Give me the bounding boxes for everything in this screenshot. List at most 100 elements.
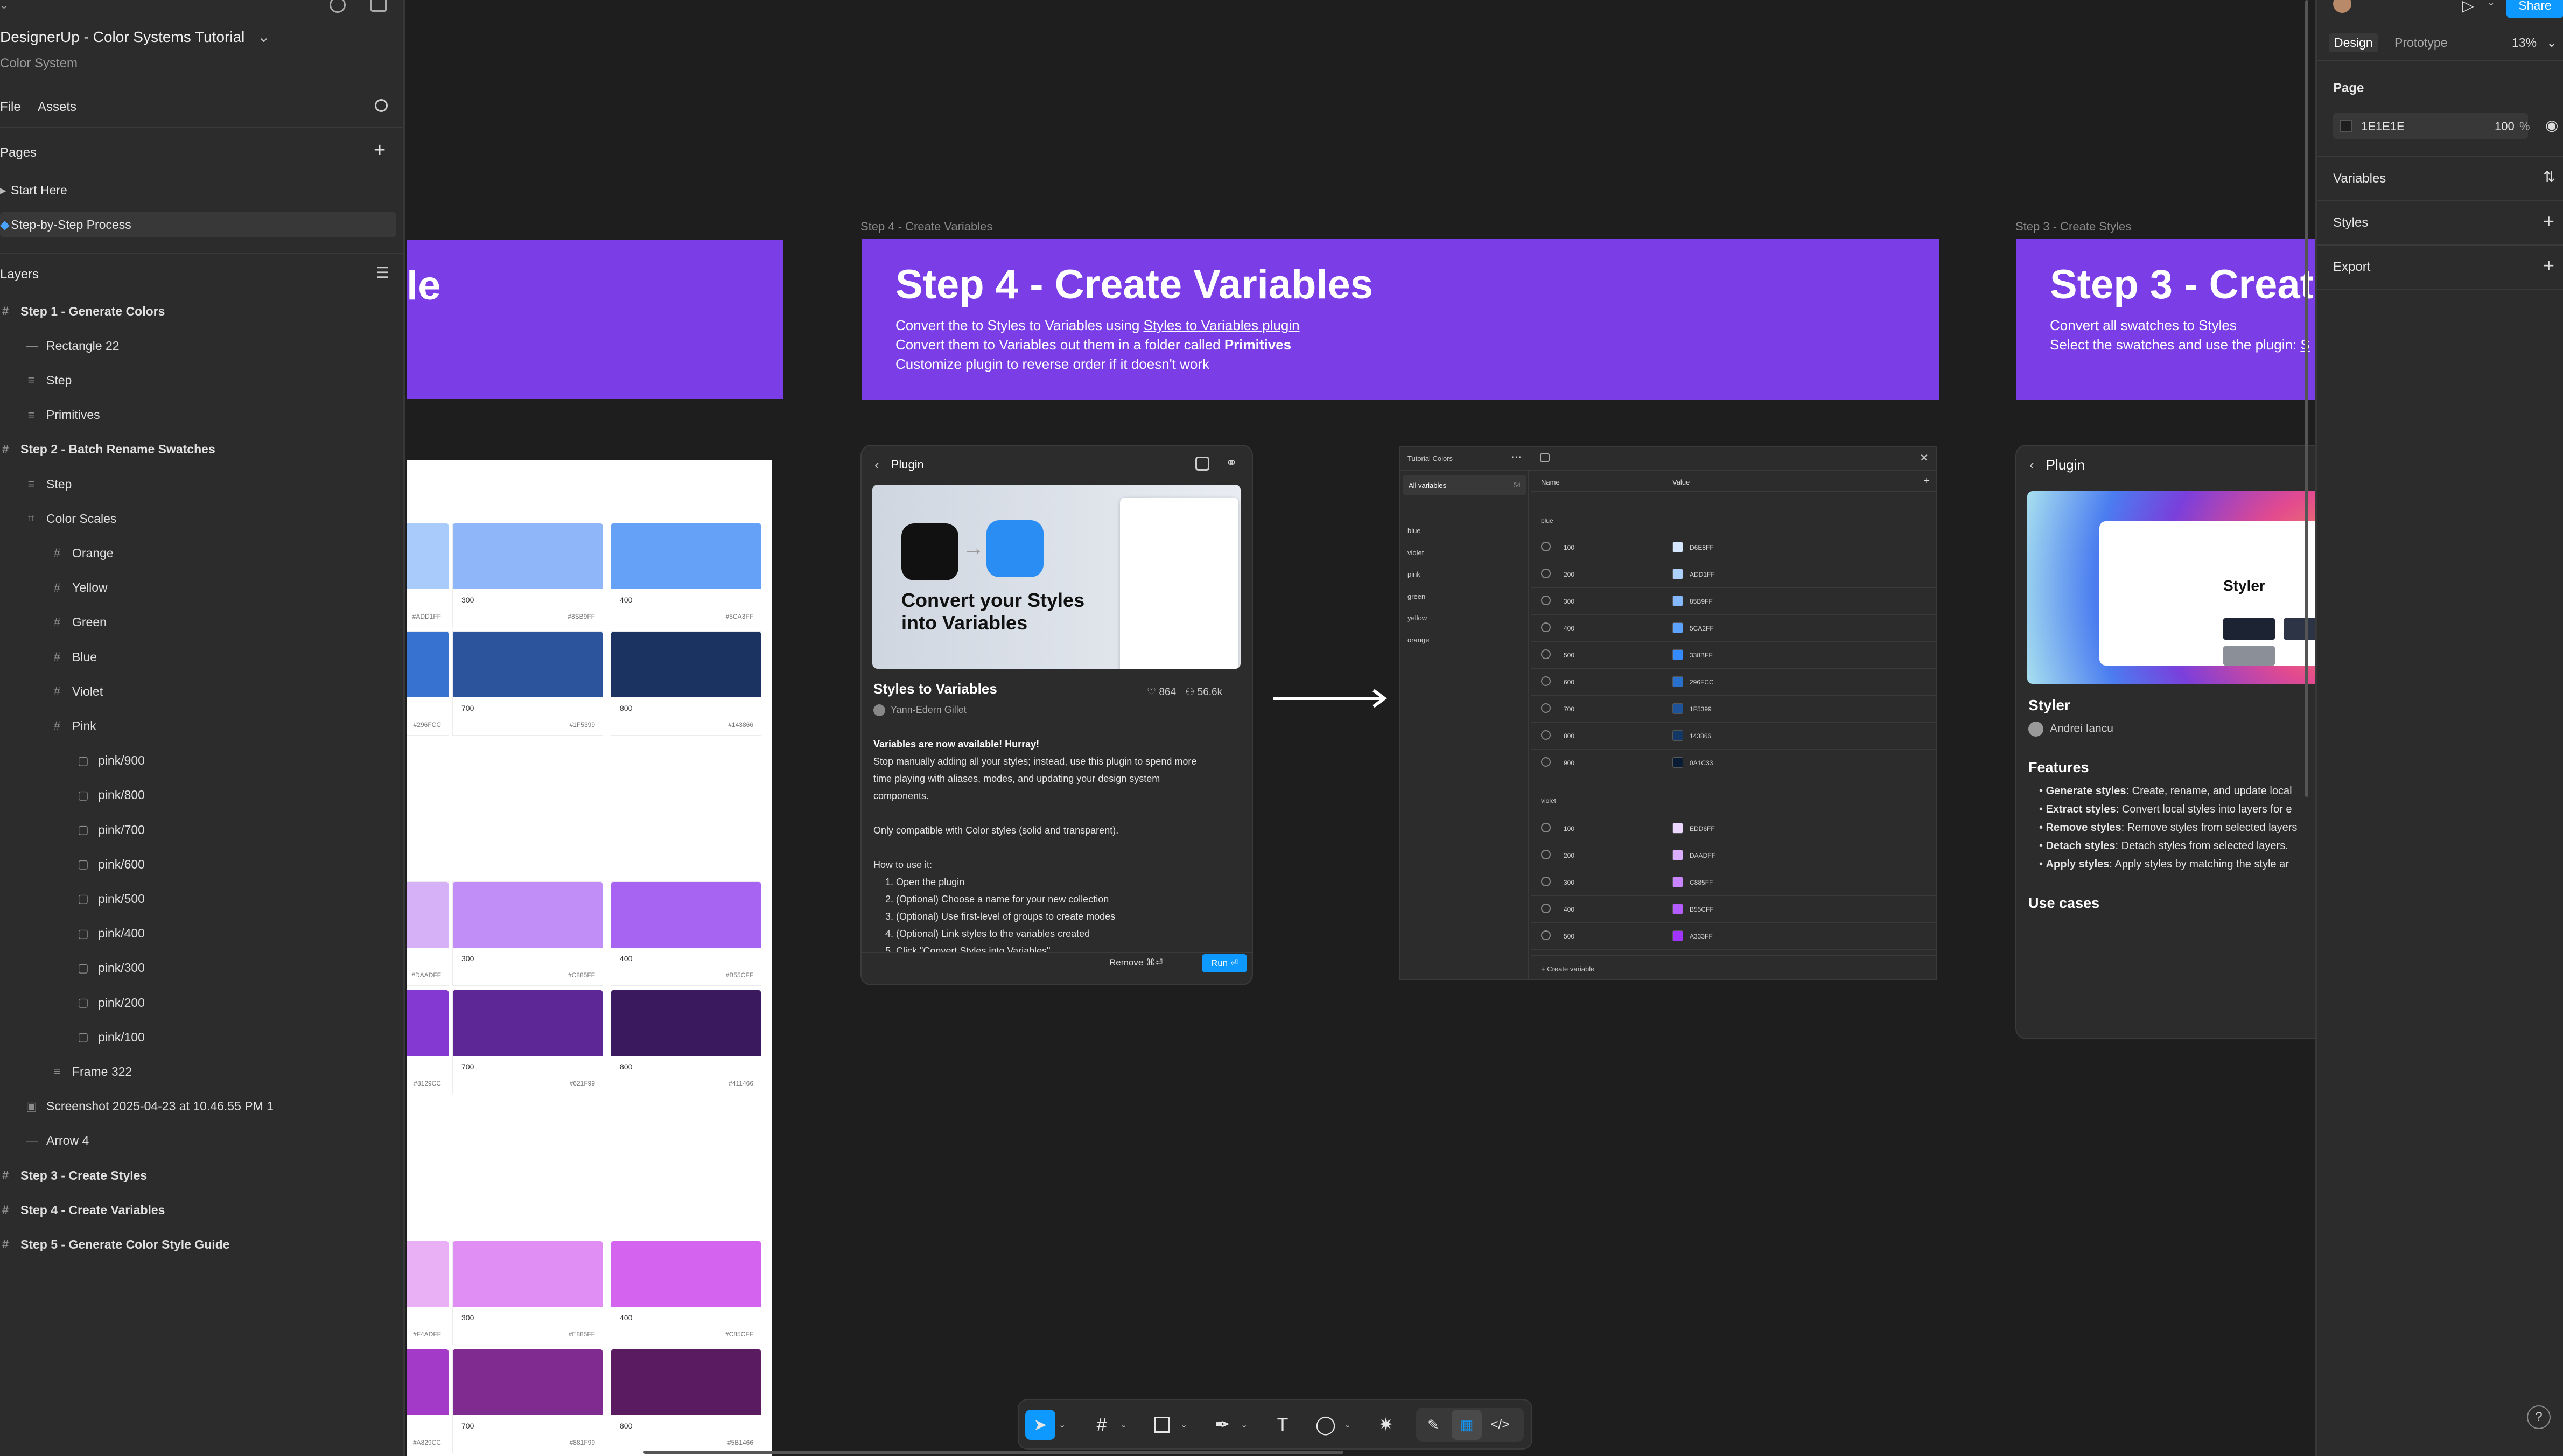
export-section[interactable]: Export — [2333, 260, 2370, 275]
vertical-scrollbar[interactable] — [2305, 0, 2308, 797]
run-button[interactable]: Run ⏎ — [1202, 954, 1247, 972]
variable-color-chip[interactable] — [1672, 930, 1683, 941]
variable-row[interactable]: 400 5CA2FF — [1531, 615, 1936, 642]
tab-assets[interactable]: Assets — [38, 100, 76, 115]
color-swatch[interactable]: 300 #E885FF — [453, 1241, 603, 1345]
layer-item[interactable]: ≡ Step — [0, 468, 403, 500]
close-icon[interactable]: ✕ — [1920, 451, 1929, 465]
add-export-icon[interactable]: + — [2543, 254, 2554, 277]
eye-icon[interactable]: ◉ — [2545, 116, 2558, 134]
variable-name[interactable]: 300 — [1564, 879, 1574, 886]
page-background-field[interactable]: 1E1E1E 100 % — [2333, 113, 2530, 139]
remove-button[interactable]: Remove ⌘⏎ — [1109, 957, 1163, 968]
variable-color-chip[interactable] — [1672, 542, 1683, 552]
variable-row[interactable]: 800 143866 — [1531, 723, 1936, 750]
variable-name[interactable]: 800 — [1564, 732, 1574, 740]
variable-color-chip[interactable] — [1672, 596, 1683, 606]
layer-item[interactable]: ▢ pink/900 — [0, 745, 403, 777]
variable-name[interactable]: 700 — [1564, 705, 1574, 713]
variable-value[interactable]: DAADFF — [1690, 852, 1715, 859]
layer-item[interactable]: ⌗ Color Scales — [0, 502, 403, 535]
variable-name[interactable]: 400 — [1564, 625, 1574, 632]
layers-options-icon[interactable]: ☰ — [376, 264, 389, 282]
variable-name[interactable]: 900 — [1564, 759, 1574, 767]
tab-prototype[interactable]: Prototype — [2394, 36, 2447, 50]
color-swatch[interactable]: 300 #C885FF — [453, 882, 603, 985]
chevron-down-icon[interactable]: ⌄ — [1059, 1419, 1066, 1430]
link-icon[interactable]: ⚭ — [1226, 454, 1237, 471]
layer-item[interactable]: # Pink — [0, 710, 403, 742]
color-swatch[interactable]: 400 #C85CFF — [611, 1241, 761, 1345]
layer-item[interactable]: ▢ pink/700 — [0, 814, 403, 846]
page-color-value[interactable]: 1E1E1E — [2361, 120, 2405, 134]
variable-value[interactable]: 85B9FF — [1690, 598, 1713, 605]
variable-row[interactable]: 500 338BFF — [1531, 642, 1936, 669]
layer-item[interactable]: # Step 4 - Create Variables — [0, 1194, 403, 1226]
color-chip[interactable] — [2340, 120, 2352, 132]
help-icon[interactable]: ? — [2527, 1405, 2551, 1429]
layer-item[interactable]: ≡ Primitives — [0, 399, 403, 431]
variable-name[interactable]: 400 — [1564, 906, 1574, 913]
draw-mode-button[interactable]: ✎ — [1418, 1410, 1448, 1440]
variable-color-chip[interactable] — [1672, 877, 1683, 887]
variable-row[interactable]: 500 A333FF — [1531, 923, 1936, 950]
sidebar-icon[interactable] — [1540, 453, 1550, 462]
variable-name[interactable]: 300 — [1564, 598, 1574, 605]
color-swatch[interactable]: 800 #143866 — [611, 632, 761, 735]
color-swatch[interactable]: #F4ADFF — [407, 1241, 449, 1345]
arrow-4[interactable] — [1273, 688, 1389, 709]
variable-color-chip[interactable] — [1672, 676, 1683, 687]
color-swatch[interactable]: 800 #5B1466 — [611, 1349, 761, 1453]
file-title[interactable]: DesignerUp - Color Systems Tutorial ⌄ — [0, 28, 270, 46]
variable-row[interactable]: 100 D6E8FF — [1531, 534, 1936, 561]
layer-item[interactable]: ≡ Step — [0, 364, 403, 396]
color-swatch[interactable]: 700 #621F99 — [453, 990, 603, 1094]
layer-item[interactable]: # Blue — [0, 641, 403, 673]
color-swatch[interactable]: 300 #8SB9FF — [453, 523, 603, 627]
layer-item[interactable]: ▢ pink/100 — [0, 1021, 403, 1053]
chevron-down-icon[interactable]: ⌄ — [257, 29, 270, 45]
chevron-down-icon[interactable]: ⌄ — [1344, 1419, 1351, 1430]
comment-tool-button[interactable]: ◯ — [1311, 1410, 1341, 1440]
variable-color-chip[interactable] — [1672, 703, 1683, 714]
variable-value[interactable]: 296FCC — [1690, 678, 1714, 686]
variable-value[interactable]: D6E8FF — [1690, 544, 1714, 551]
layer-item[interactable]: # Step 3 - Create Styles — [0, 1159, 403, 1192]
variable-value[interactable]: 0A1C33 — [1690, 759, 1713, 767]
variable-name[interactable]: 200 — [1564, 571, 1574, 578]
variable-value[interactable]: 5CA2FF — [1690, 625, 1714, 632]
color-swatch[interactable]: #DAADFF — [407, 882, 449, 985]
layer-item[interactable]: # Step 1 - Generate Colors — [0, 295, 403, 327]
layer-item[interactable]: ▢ pink/800 — [0, 779, 403, 811]
chevron-down-icon[interactable]: ⌄ — [1241, 1419, 1248, 1430]
design-mode-button[interactable]: ▦ — [1452, 1410, 1482, 1440]
color-swatch[interactable]: 700 #1F5399 — [453, 632, 603, 735]
dev-mode-button[interactable]: </> — [1485, 1410, 1515, 1440]
color-swatch[interactable]: 400 #5CA3FF — [611, 523, 761, 627]
vars-group-item[interactable]: blue — [1407, 527, 1421, 535]
variable-value[interactable]: B55CFF — [1690, 906, 1714, 913]
page-item-step-by-step[interactable]: ◆ Step-by-Step Process — [0, 212, 396, 237]
frame-tool-button[interactable]: # — [1087, 1410, 1117, 1440]
color-swatch[interactable]: #A829CC — [407, 1349, 449, 1453]
variable-color-chip[interactable] — [1672, 569, 1683, 579]
color-swatch[interactable]: #8129CC — [407, 990, 449, 1094]
variable-value[interactable]: ADD1FF — [1690, 571, 1715, 578]
variable-value[interactable]: 143866 — [1690, 732, 1711, 740]
variable-color-chip[interactable] — [1672, 823, 1683, 834]
styles-to-variables-plugin-card[interactable]: ‹ Plugin ⚭ → Convert your Styles into Va… — [862, 446, 1252, 984]
variable-value[interactable]: 1F5399 — [1690, 705, 1712, 713]
styler-plugin-card[interactable]: ‹ Plugin Styler Styler Andrei Iancu Feat… — [2016, 446, 2315, 1038]
layer-item[interactable]: # Violet — [0, 675, 403, 708]
layer-item[interactable]: # Step 5 - Generate Color Style Guide — [0, 1228, 403, 1261]
variable-row[interactable]: 200 DAADFF — [1531, 842, 1936, 869]
variable-value[interactable]: EDD6FF — [1690, 825, 1715, 832]
layer-item[interactable]: ▢ pink/500 — [0, 883, 403, 915]
layer-item[interactable]: # Step 2 - Batch Rename Swatches — [0, 433, 403, 466]
add-mode-icon[interactable]: + — [1923, 475, 1930, 487]
layer-item[interactable]: — Rectangle 22 — [0, 330, 403, 362]
variables-adjust-icon[interactable]: ⇅ — [2543, 168, 2555, 186]
play-icon[interactable]: ▷ — [2462, 0, 2474, 15]
variables-section[interactable]: Variables — [2333, 171, 2386, 186]
variable-row[interactable]: 400 B55CFF — [1531, 896, 1936, 923]
